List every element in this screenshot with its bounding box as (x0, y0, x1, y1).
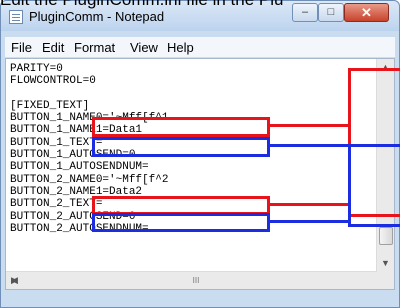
resize-grip-icon[interactable] (377, 272, 394, 289)
blue-highlight-box-name1-button2 (92, 213, 270, 232)
menu-edit[interactable]: Edit (42, 40, 64, 55)
blue-connector-line-2 (270, 220, 350, 223)
horizontal-scroll-thumb[interactable]: III (136, 275, 256, 286)
blue-connector-bracket (348, 144, 400, 227)
instruction-caption: Edit the PluginComm.ini file in the Plu (0, 0, 400, 14)
text-editor[interactable]: PARITY=0 FLOWCONTROL=0 [FIXED_TEXT] BUTT… (5, 58, 395, 290)
menu-bar: File Edit Format View Help (5, 37, 395, 58)
scroll-right-icon[interactable]: ▶ (6, 272, 23, 289)
red-connector-line-2 (270, 203, 350, 206)
blue-connector-line-1 (270, 144, 350, 147)
horizontal-scrollbar[interactable]: ◀ III ▶ (6, 271, 377, 289)
menu-file[interactable]: File (11, 40, 32, 55)
vertical-scroll-thumb[interactable] (379, 227, 393, 245)
menu-help[interactable]: Help (167, 40, 194, 55)
red-highlight-box-name0-button1 (92, 117, 270, 137)
menu-view[interactable]: View (130, 40, 158, 55)
red-connector-line-1 (270, 124, 350, 127)
blue-highlight-box-name1-button1 (92, 137, 270, 157)
menu-format[interactable]: Format (74, 40, 115, 55)
scroll-down-icon[interactable]: ▼ (377, 255, 394, 272)
